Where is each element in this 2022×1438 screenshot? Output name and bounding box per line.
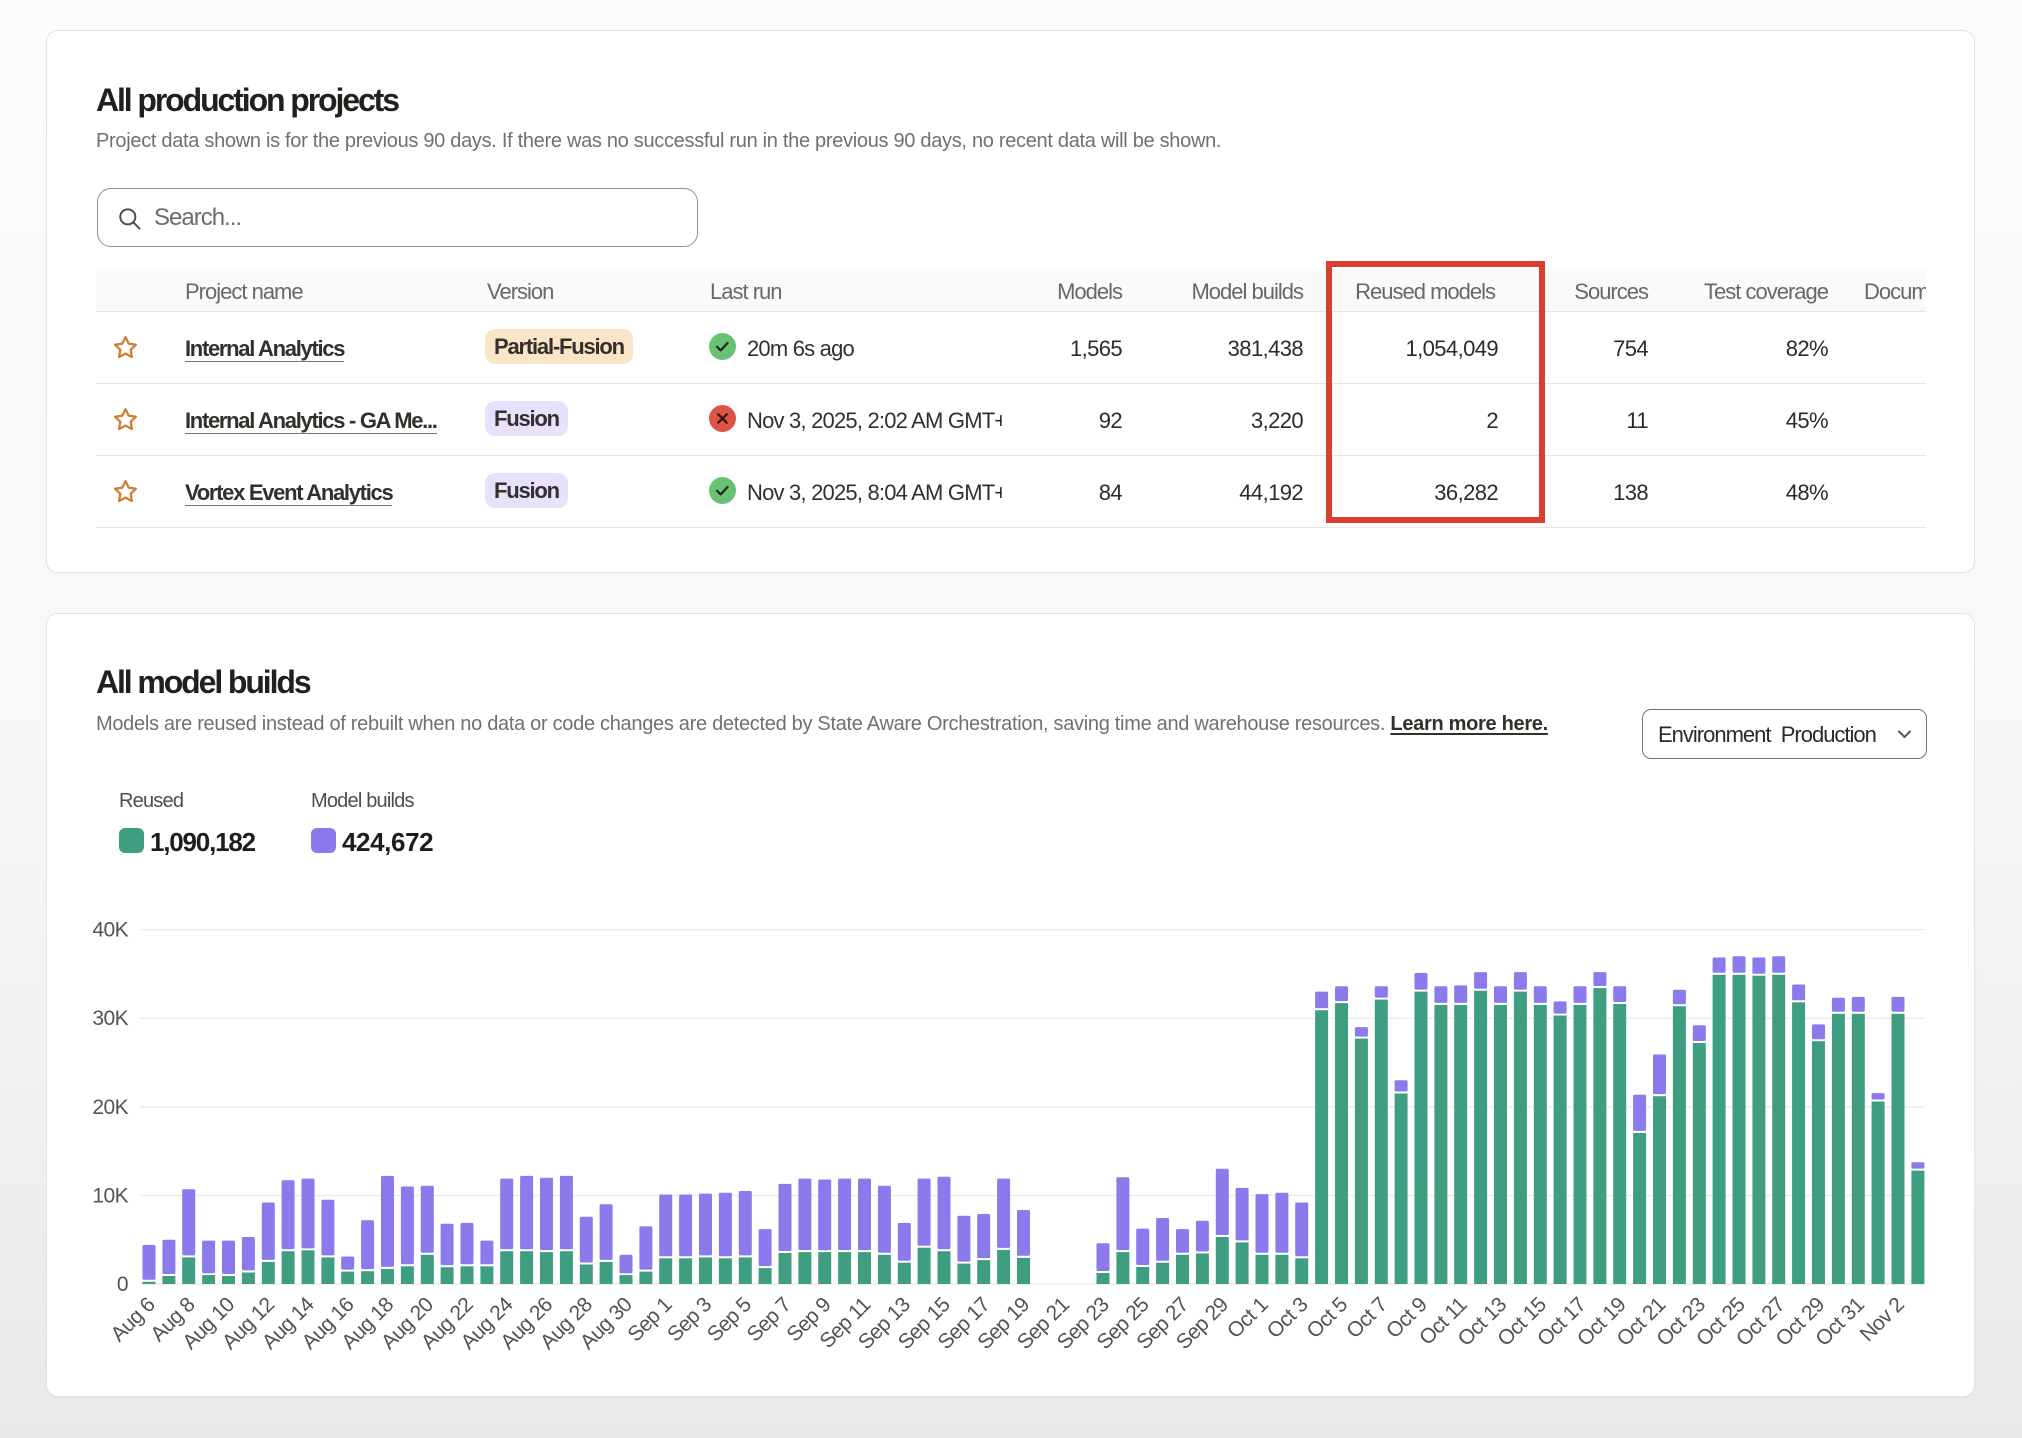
svg-text:Oct 7: Oct 7 <box>1342 1293 1392 1343</box>
svg-text:Oct 5: Oct 5 <box>1302 1293 1352 1343</box>
svg-text:Aug 6: Aug 6 <box>107 1293 160 1346</box>
svg-text:Oct 1: Oct 1 <box>1223 1293 1273 1343</box>
svg-text:40K: 40K <box>92 919 128 942</box>
svg-text:Sep 5: Sep 5 <box>703 1293 756 1346</box>
svg-text:Oct 3: Oct 3 <box>1263 1293 1313 1343</box>
svg-text:10K: 10K <box>92 1184 128 1207</box>
svg-text:Nov 2: Nov 2 <box>1856 1293 1909 1346</box>
svg-text:Sep 1: Sep 1 <box>623 1293 676 1346</box>
svg-text:0: 0 <box>117 1273 128 1296</box>
svg-text:Sep 7: Sep 7 <box>743 1293 796 1346</box>
svg-text:20K: 20K <box>92 1096 128 1119</box>
svg-text:30K: 30K <box>92 1007 128 1030</box>
svg-text:Sep 3: Sep 3 <box>663 1293 716 1346</box>
